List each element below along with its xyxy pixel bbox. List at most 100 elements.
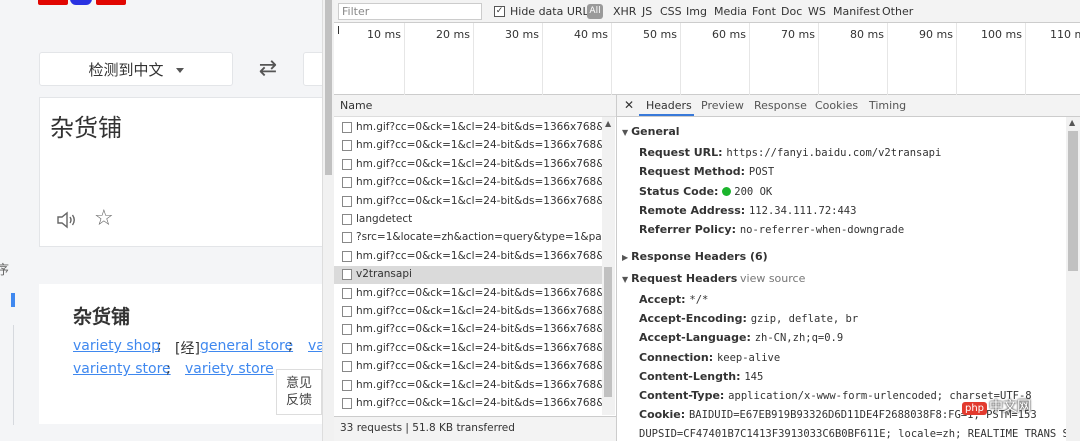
request-row[interactable]: hm.gif?cc=0&ck=1&cl=24-bit&ds=1366x768&v… [334,395,604,413]
side-tab-label[interactable]: 序 [0,259,9,278]
request-name: hm.gif?cc=0&ck=1&cl=24-bit&ds=1366x768&v… [356,157,604,170]
file-icon [342,306,352,317]
star-icon[interactable]: ☆ [94,206,114,231]
request-row[interactable]: ?src=1&locate=zh&action=query&type=1&pag… [334,229,604,247]
tab-headers[interactable]: Headers [646,99,692,112]
request-row[interactable]: hm.gif?cc=0&ck=1&cl=24-bit&ds=1366x768&v… [334,174,604,192]
filter-input[interactable]: Filter [338,3,482,20]
timeline-gridline [1025,23,1026,95]
speaker-icon[interactable] [55,208,79,232]
feedback-button[interactable]: 意见 反馈 [276,369,322,415]
baidu-logo[interactable] [38,0,148,5]
request-headers-title: Request Headers [631,272,738,285]
request-row[interactable]: hm.gif?cc=0&ck=1&cl=24-bit&ds=1366x768&v… [334,248,604,266]
header-value: no-referrer-when-downgrade [739,224,905,237]
filter-type-img[interactable]: Img [686,5,707,18]
header-row: Remote Address: 112.34.111.72:443 [639,204,856,217]
timeline-gridline [749,23,750,95]
header-key: Cookie: [639,408,686,422]
panel-splitter[interactable] [616,95,617,441]
header-key: Accept-Encoding: [639,312,747,326]
swap-arrows-icon[interactable]: ⇄ [254,56,282,82]
translation-link[interactable]: general store [200,338,293,354]
triangle-right-icon: ▶ [622,253,629,262]
scrollbar-thumb[interactable] [325,0,332,175]
translation-link[interactable]: varienty store [73,361,171,377]
translation-link[interactable]: variety store [185,361,274,377]
network-status-bar: 33 requests | 51.8 KB transferred [334,416,616,441]
name-column-header[interactable]: Name [334,95,616,117]
request-row[interactable]: hm.gif?cc=0&ck=1&cl=24-bit&ds=1366x768&v… [334,340,604,358]
header-row: Referrer Policy: no-referrer-when-downgr… [639,223,904,236]
separator: ; [288,338,293,354]
filter-type-manifest[interactable]: Manifest [833,5,880,18]
hide-data-urls-label[interactable]: Hide data URLs [510,5,594,18]
timeline-tick-label: 50 ms [643,28,677,41]
request-row[interactable]: hm.gif?cc=0&ck=1&cl=24-bit&ds=1366x768&v… [334,119,604,137]
header-key: Request Method: [639,165,746,179]
general-section-title: General [631,125,680,138]
timeline-tick-label: 70 ms [781,28,815,41]
page-scrollbar[interactable] [322,0,334,441]
filter-type-media[interactable]: Media [714,5,747,18]
translation-link[interactable]: variety shop [73,338,160,354]
source-language-select[interactable]: 检测到中文 [39,52,233,86]
request-row[interactable]: hm.gif?cc=0&ck=1&cl=24-bit&ds=1366x768&v… [334,377,604,395]
filter-all-button[interactable]: All [587,4,603,19]
header-key: Remote Address: [639,203,746,217]
request-row[interactable]: hm.gif?cc=0&ck=1&cl=24-bit&ds=1366x768&v… [334,358,604,376]
request-row[interactable]: hm.gif?cc=0&ck=1&cl=24-bit&ds=1366x768&v… [334,321,604,339]
source-text[interactable]: 杂货铺 [50,108,122,143]
header-value: 145 [744,370,764,383]
close-icon[interactable]: ✕ [624,98,634,112]
file-icon [342,195,352,207]
scroll-up-icon[interactable]: ▲ [1069,118,1075,127]
request-headers-toggle[interactable]: ▼ Request Headers [622,272,737,285]
file-icon [342,269,352,281]
request-row[interactable]: hm.gif?cc=0&ck=1&cl=24-bit&ds=1366x768&v… [334,193,604,211]
filter-type-doc[interactable]: Doc [781,5,802,18]
timeline-tick-label: 90 ms [919,28,953,41]
timeline-tick-label: 80 ms [850,28,884,41]
scroll-up-icon[interactable]: ▲ [605,119,611,128]
request-name: hm.gif?cc=0&ck=1&cl=24-bit&ds=1366x768&v… [356,121,604,133]
request-row[interactable]: v2transapi [334,266,604,285]
response-headers-toggle[interactable]: ▶ Response Headers (6) [622,250,768,263]
triangle-down-icon: ▼ [622,275,629,284]
filter-type-ws[interactable]: WS [808,5,826,18]
header-row: Accept: */* [639,293,708,306]
domain-tag: [经] [175,341,200,357]
file-icon [342,361,352,373]
timeline-gridline [611,23,612,95]
filter-type-js[interactable]: JS [642,5,652,18]
header-row: Request Method: POST [639,165,774,178]
filter-type-font[interactable]: Font [752,5,776,18]
tab-response[interactable]: Response [754,99,807,112]
request-row[interactable]: langdetect [334,211,604,229]
filter-type-other[interactable]: Other [882,5,913,18]
watermark-text: 中文网 [989,399,1032,415]
timeline-gridline [542,23,543,95]
request-row[interactable]: hm.gif?cc=0&ck=1&cl=24-bit&ds=1366x768&v… [334,303,604,321]
active-tab-indicator [639,114,694,116]
header-value: POST [748,166,775,179]
tab-cookies[interactable]: Cookies [815,99,858,112]
tab-preview[interactable]: Preview [701,99,744,112]
header-key: Connection: [639,350,714,364]
scrollbar-thumb[interactable] [1068,131,1078,271]
request-row[interactable]: hm.gif?cc=0&ck=1&cl=24-bit&ds=1366x768&v… [334,285,604,303]
timeline-gridline [956,23,957,95]
request-row[interactable]: hm.gif?cc=0&ck=1&cl=24-bit&ds=1366x768&v… [334,137,604,155]
filter-type-xhr[interactable]: XHR [613,5,636,18]
request-name: hm.gif?cc=0&ck=1&cl=24-bit&ds=1366x768&v… [356,360,604,373]
request-row[interactable]: hm.gif?cc=0&ck=1&cl=24-bit&ds=1366x768&v… [334,156,604,174]
detail-scrollbar[interactable]: ▲ [1066,117,1080,441]
general-section-toggle[interactable]: ▼ General [622,125,680,138]
timeline-tick-label: 30 ms [505,28,539,41]
view-source-link[interactable]: view source [740,272,805,285]
filter-type-css[interactable]: CSS [660,5,682,18]
hide-data-urls-checkbox[interactable]: ✓ [494,6,505,17]
tab-timing[interactable]: Timing [869,99,906,112]
request-list-scrollbar[interactable]: ▲ [602,117,615,415]
scrollbar-thumb[interactable] [604,267,612,397]
